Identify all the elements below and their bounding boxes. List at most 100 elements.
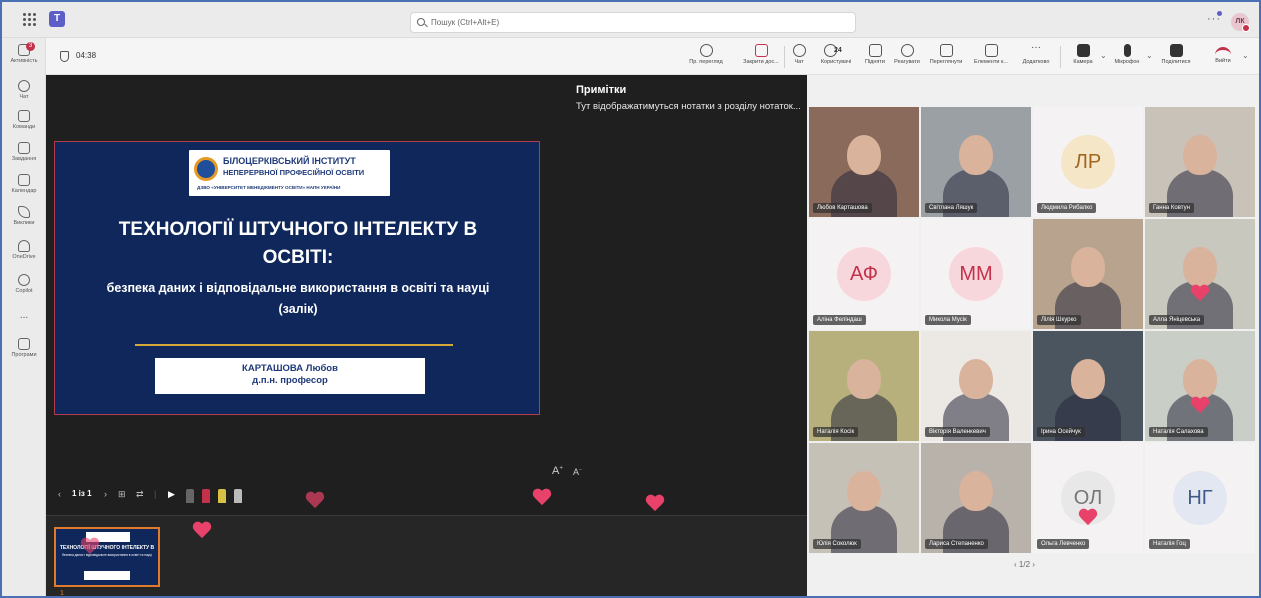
user-avatar[interactable]: ЛК [1231,13,1250,32]
increase-font-button[interactable]: A+ [552,465,563,477]
heart-reaction-icon [192,522,212,540]
react-button[interactable]: Реагувати [890,44,924,65]
participant-tile[interactable]: Лілія Шкурко [1033,219,1143,329]
hand-icon [868,44,882,57]
leave-button[interactable]: Вийти [1208,44,1238,64]
grid-icon[interactable]: ⊞ [118,489,126,500]
participant-tile[interactable]: Лариса Степаненко [921,443,1031,553]
participant-face [1071,247,1105,287]
participant-name: Ольга Левченко [1037,539,1090,549]
search-input[interactable]: Пошук (Ctrl+Alt+E) [410,12,856,33]
raise-hand-button[interactable]: Підняти [860,44,890,65]
heart-reaction-icon [305,492,325,510]
participant-face [847,359,881,399]
participant-tile[interactable]: Юлія Соколюк [809,443,919,553]
participant-initials-avatar: АФ [837,247,891,301]
notification-dot [1217,11,1222,16]
camera-icon [1076,44,1090,57]
participant-tile[interactable]: Ганна Ковтун [1145,107,1255,217]
slide-thumbnail[interactable]: ТЕХНОЛОГІЇ ШТУЧНОГО ІНТЕЛЕКТУ В безпека … [54,527,160,587]
participant-tile[interactable]: ЛР Людмила Рибалко [1033,107,1143,217]
leave-options-chevron-icon[interactable]: ⌄ [1242,51,1249,60]
rail-more[interactable]: ... [2,310,46,321]
slide-counter: 1 із 1 [72,489,92,498]
chat-icon [18,80,30,92]
slide-divider [135,344,453,346]
white-pen-icon[interactable] [234,489,242,503]
rail-calendar[interactable]: Календар [2,174,46,194]
divider [784,46,785,68]
participant-tile[interactable]: Наталія Косік [809,331,919,441]
participant-tile[interactable]: Світлана Ляшук [921,107,1031,217]
thumbnail-author-box [84,571,130,580]
activity-badge: 3 [26,42,35,51]
hang-up-icon [1215,47,1231,56]
phone-icon [18,206,30,218]
participant-initials-avatar: ЛР [1061,135,1115,189]
heart-reaction-icon [1190,397,1210,415]
mic-options-chevron-icon[interactable]: ⌄ [1146,51,1153,60]
participant-tile[interactable]: Алла Яніцевська [1145,219,1255,329]
chat-button[interactable]: Чат [788,44,810,65]
app-rail: 3 Активність Чат Команди Завдання Календа… [2,38,46,596]
presentation-area: БІЛОЦЕРКІВСЬКИЙ ІНСТИТУТ НЕПЕРЕРВНОЇ ПРО… [46,75,807,515]
decrease-font-button[interactable]: A− [573,467,582,477]
next-slide-icon[interactable]: › [104,489,107,499]
participant-name: Лариса Степаненко [925,539,988,549]
red-pen-icon[interactable] [202,489,210,503]
participant-tile[interactable]: Наталія Салахова [1145,331,1255,441]
participant-name: Любов Карташова [813,203,872,213]
meeting-timer: 04:38 [76,51,97,60]
rail-onedrive[interactable]: OneDrive [2,240,46,260]
people-button[interactable]: 24 Користувачі [814,44,858,65]
rail-tasks[interactable]: Завдання [2,142,46,162]
participant-tile[interactable]: АФ Аліна Феліндаш [809,219,919,329]
shared-slide: БІЛОЦЕРКІВСЬКИЙ ІНСТИТУТ НЕПЕРЕРВНОЇ ПРО… [54,141,540,415]
meeting-elements-button[interactable]: Елементи к... [968,44,1014,65]
rail-apps[interactable]: Програми [2,338,46,358]
mic-button[interactable]: Мікрофон [1108,44,1146,65]
institute-emblem-icon [194,157,218,181]
participant-name: Микола Мусік [925,315,971,325]
gallery-pager[interactable]: ‹ 1/2 › [1014,560,1035,569]
participant-face [959,135,993,175]
rail-calls[interactable]: Виклики [2,206,46,226]
participant-tile[interactable]: ММ Микола Мусік [921,219,1031,329]
participant-face [847,471,881,511]
participant-face [959,359,993,399]
rail-chat[interactable]: Чат [2,80,46,100]
highlighter-icon[interactable] [218,489,226,503]
slide-title: ТЕХНОЛОГІЇ ШТУЧНОГО ІНТЕЛЕКТУ В ОСВІТІ: [118,219,478,268]
participant-tile[interactable]: Ірина Осейчук [1033,331,1143,441]
participant-tile[interactable]: НГ Наталія Гоц [1145,443,1255,553]
participant-name: Вікторія Валенкевич [925,427,990,437]
view-button[interactable]: Переглянути [924,44,968,65]
microphone-icon [1123,44,1131,57]
previous-slide-icon[interactable]: ‹ [58,489,61,499]
rail-activity[interactable]: 3 Активність [2,42,46,64]
settings-sliders-icon[interactable]: ⇄ [136,489,144,500]
participant-tile[interactable]: Вікторія Валенкевич [921,331,1031,441]
participant-name: Людмила Рибалко [1037,203,1097,213]
preview-button[interactable]: Пр. перегляд [676,44,736,65]
heart-reaction-icon [80,538,100,556]
cloud-icon [18,240,30,252]
camera-options-chevron-icon[interactable]: ⌄ [1100,51,1107,60]
rail-teams[interactable]: Команди [2,110,46,130]
share-button[interactable]: Поділитися [1156,44,1196,65]
participant-name: Ганна Ковтун [1149,203,1194,213]
participant-tile[interactable]: Любов Карташова [809,107,919,217]
app-launcher-icon[interactable] [23,13,37,27]
pointer-tool-icon[interactable]: ▶ [168,489,175,500]
more-button[interactable]: ··· Додатково [1018,43,1054,66]
rail-copilot[interactable]: Copilot [2,274,46,294]
slide-subtitle: безпека даних і відповідальне використан… [106,281,490,316]
participant-name: Наталія Гоц [1149,539,1190,549]
eraser-icon[interactable] [186,489,194,503]
heart-reaction-icon [532,489,552,507]
participant-name: Аліна Феліндаш [813,315,866,325]
camera-button[interactable]: Камера [1066,44,1100,65]
participant-tile[interactable]: ОЛ Ольга Левченко [1033,443,1143,553]
stop-sharing-button[interactable]: Закрити дос... [736,44,786,65]
close-share-icon [754,44,768,57]
